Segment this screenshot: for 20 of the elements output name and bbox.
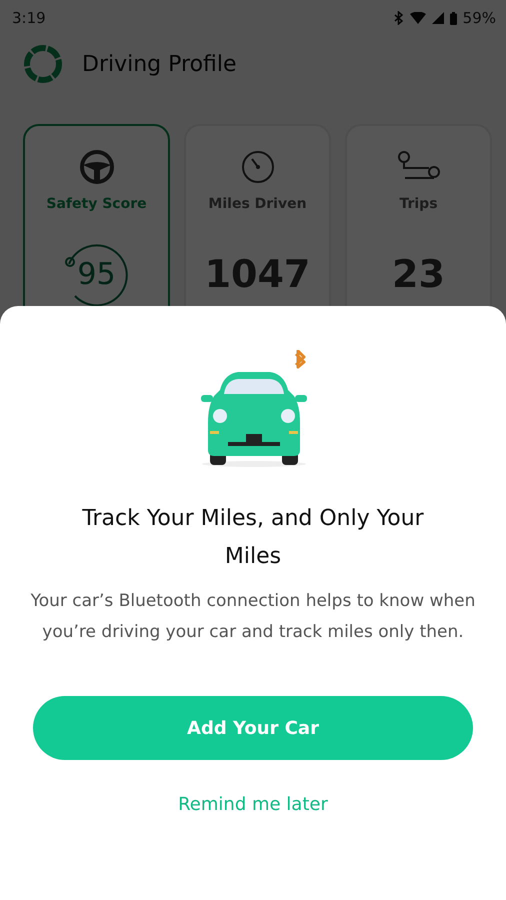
bluetooth-icon	[394, 11, 404, 25]
stat-label: Safety Score	[46, 196, 147, 212]
page-title: Driving Profile	[82, 52, 237, 76]
sheet-title: Track Your Miles, and Only Your Miles	[81, 505, 425, 571]
stat-label: Miles Driven	[208, 196, 307, 212]
signal-icon	[432, 12, 444, 24]
steering-wheel-icon	[80, 150, 114, 184]
wifi-icon	[410, 12, 426, 24]
remind-later-link[interactable]: Remind me later	[174, 790, 332, 819]
stat-value: 23	[392, 252, 445, 296]
status-time: 3:19	[12, 9, 46, 27]
add-car-button[interactable]: Add Your Car	[33, 696, 473, 760]
battery-icon	[450, 12, 457, 24]
logo-icon	[22, 43, 64, 85]
speedometer-icon	[240, 150, 274, 184]
stat-value: 1047	[204, 252, 310, 296]
stat-value: 95	[77, 256, 116, 292]
sheet-description: Your car’s Bluetooth connection helps to know when you’re driving your car and track miles only then.	[30, 590, 476, 644]
battery-percent: 59%	[462, 9, 496, 27]
stat-label: Trips	[399, 196, 438, 212]
